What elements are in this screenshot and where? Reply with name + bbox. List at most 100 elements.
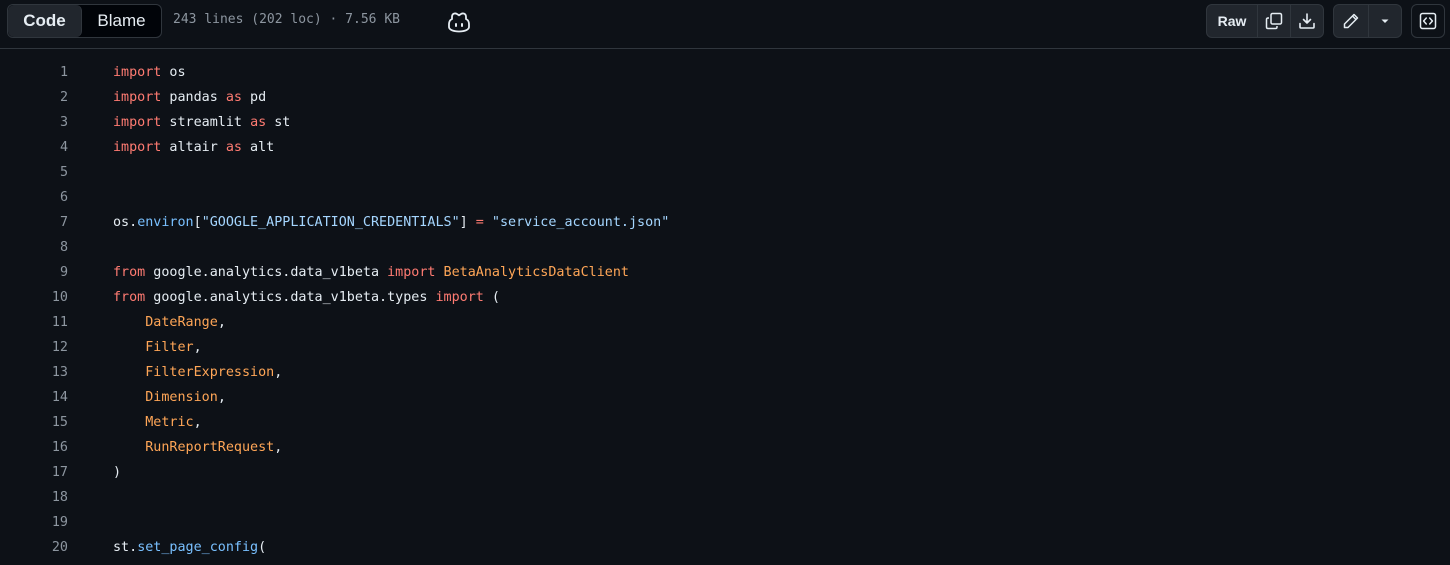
code-text: RunReportRequest, [113,440,282,455]
code-token: = [475,215,484,230]
code-token: set_page_config [137,540,259,555]
code-line: 1 import os [0,60,1450,85]
code-token: environ [137,215,194,230]
edit-options-dropdown[interactable] [1367,5,1402,37]
code-token: as [225,140,242,155]
code-text: import altair as alt [113,140,274,155]
line-number[interactable]: 16 [0,440,68,455]
edit-actions-group [1333,4,1402,38]
code-text: st.set_page_config( [113,540,266,555]
code-token: , [193,340,202,355]
line-number[interactable]: 14 [0,390,68,405]
pencil-icon [1343,13,1358,29]
code-text: ) [113,465,121,480]
code-token: import [113,90,162,105]
code-token: google.analytics.data_v1beta.types [145,290,436,305]
code-line: 18 [0,485,1450,510]
code-token: from [113,265,146,280]
code-token: streamlit [161,115,251,130]
line-number[interactable]: 5 [0,165,68,180]
code-token: os [161,65,186,80]
line-number[interactable]: 8 [0,240,68,255]
code-token: RunReportRequest [145,440,275,455]
copy-icon [1265,12,1283,30]
line-number[interactable]: 20 [0,540,68,555]
code-token: ) [113,465,122,480]
code-token: pd [242,90,267,105]
copilot-icon[interactable] [447,11,471,33]
code-token: , [217,390,226,405]
line-number[interactable]: 1 [0,65,68,80]
code-token: alt [242,140,275,155]
code-text: DateRange, [113,315,226,330]
line-number[interactable]: 6 [0,190,68,205]
copy-raw-button[interactable] [1257,5,1290,37]
code-text: import streamlit as st [113,115,290,130]
code-token: ( [483,290,500,305]
code-text: from google.analytics.data_v1beta.types … [113,290,500,305]
edit-file-button[interactable] [1334,5,1368,37]
code-line: 16 RunReportRequest, [0,435,1450,460]
blame-tab[interactable]: Blame [82,5,161,37]
code-token: Filter [145,340,194,355]
code-token: import [387,265,436,280]
line-number[interactable]: 13 [0,365,68,380]
line-number[interactable]: 11 [0,315,68,330]
code-text: Dimension, [113,390,226,405]
code-token: , [193,415,202,430]
code-token: import [113,140,162,155]
code-token: pandas [161,90,226,105]
code-line: 12 Filter, [0,335,1450,360]
code-token: st [266,115,291,130]
code-line: 10 from google.analytics.data_v1beta.type… [0,285,1450,310]
code-token: os. [113,215,138,230]
line-number[interactable]: 4 [0,140,68,155]
code-token: , [217,315,226,330]
code-line: 2 import pandas as pd [0,85,1450,110]
code-text: Filter, [113,340,202,355]
file-actions-group: Raw [1206,4,1324,38]
download-icon [1299,13,1315,29]
file-toolbar: Code Blame 243 lines (202 loc) · 7.56 KB… [0,0,1450,49]
line-number[interactable]: 7 [0,215,68,230]
code-token: altair [161,140,226,155]
code-line: 6 [0,185,1450,210]
code-token: BetaAnalyticsDataClient [443,265,629,280]
line-number[interactable]: 17 [0,465,68,480]
symbols-panel-button[interactable] [1411,4,1445,38]
line-number[interactable]: 19 [0,515,68,530]
code-token: Dimension [145,390,218,405]
line-number[interactable]: 3 [0,115,68,130]
code-line: 5 [0,160,1450,185]
raw-button[interactable]: Raw [1207,5,1257,37]
code-token: "GOOGLE_APPLICATION_CREDENTIALS" [201,215,460,230]
code-line: 8 [0,235,1450,260]
code-square-icon [1419,12,1437,30]
line-number[interactable]: 2 [0,90,68,105]
line-number[interactable]: 10 [0,290,68,305]
code-token: as [250,115,267,130]
code-view: 1 import os 2 import pandas as pd 3 import st… [0,49,1450,565]
code-token: ] [459,215,476,230]
code-token: import [435,290,484,305]
line-number[interactable]: 18 [0,490,68,505]
code-token: , [274,440,283,455]
download-button[interactable] [1290,5,1323,37]
code-line: 17) [0,460,1450,485]
file-meta: 243 lines (202 loc) · 7.56 KB [173,12,400,27]
code-text: from google.analytics.data_v1beta import… [113,265,629,280]
code-token: Metric [145,415,194,430]
triangle-down-icon [1381,19,1389,23]
line-number[interactable]: 12 [0,340,68,355]
code-line: 14 Dimension, [0,385,1450,410]
line-number[interactable]: 9 [0,265,68,280]
code-tab[interactable]: Code [8,5,82,37]
line-number[interactable]: 15 [0,415,68,430]
